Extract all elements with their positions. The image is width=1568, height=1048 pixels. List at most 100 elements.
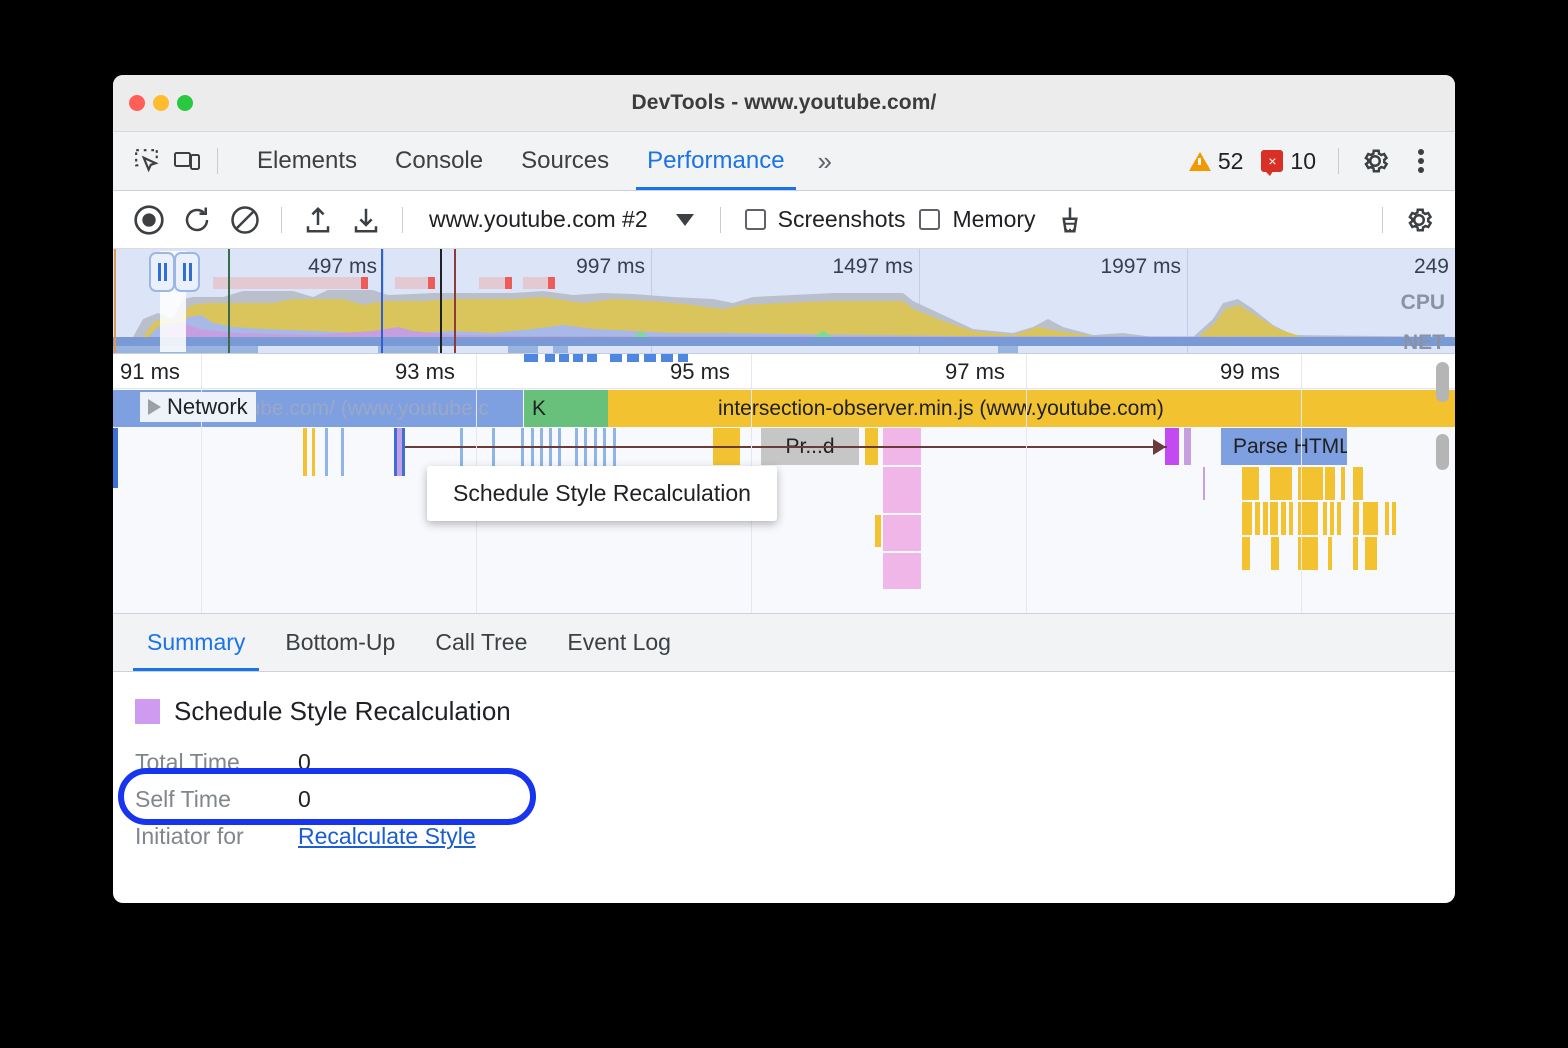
net-band-segment	[998, 346, 1018, 354]
tab-console[interactable]: Console	[376, 132, 502, 190]
tab-elements[interactable]: Elements	[238, 132, 376, 190]
device-toggle-icon[interactable]	[167, 141, 207, 181]
download-profile-icon[interactable]	[344, 200, 388, 240]
memory-label: Memory	[952, 206, 1035, 233]
record-icon[interactable]	[127, 200, 171, 240]
checkbox-box	[919, 209, 940, 230]
overview-tick-4: 249	[1414, 255, 1455, 279]
screenshots-label: Screenshots	[778, 206, 906, 233]
overview-handle-left[interactable]	[149, 252, 175, 292]
long-task-bars	[113, 277, 1455, 289]
memory-checkbox[interactable]: Memory	[919, 206, 1035, 233]
overview-tick-2: 1497 ms	[832, 255, 919, 279]
network-block-script[interactable]: intersection-observer.min.js (www.youtub…	[608, 390, 1455, 427]
error-counter[interactable]: × 10	[1255, 148, 1322, 175]
broom-icon[interactable]	[1048, 200, 1092, 240]
flame-ruler: 91 ms 93 ms 95 ms 97 ms 99 ms	[113, 354, 1455, 389]
clear-icon[interactable]	[223, 200, 267, 240]
kebab-menu-icon[interactable]	[1401, 141, 1441, 181]
event-tooltip: Schedule Style Recalculation	[427, 466, 777, 521]
overview-marker	[228, 249, 230, 353]
expand-triangle-icon	[148, 399, 161, 415]
initiator-link[interactable]: Recalculate Style	[298, 823, 476, 850]
tab-call-tree[interactable]: Call Tree	[415, 614, 547, 671]
flame-tick-3: 97 ms	[938, 359, 1005, 385]
overview-marker	[381, 249, 383, 353]
net-band-segment	[378, 346, 438, 354]
cpu-label: CPU	[1401, 291, 1445, 315]
details-tabbar: Summary Bottom-Up Call Tree Event Log	[113, 614, 1455, 672]
panel-tabs: Elements Console Sources Performance »	[238, 132, 842, 190]
tab-summary[interactable]: Summary	[127, 614, 265, 671]
close-window-button[interactable]	[129, 95, 145, 111]
upload-profile-icon[interactable]	[296, 200, 340, 240]
vertical-scrollbar-thumb[interactable]	[1436, 362, 1449, 402]
error-count: 10	[1290, 148, 1316, 175]
reload-record-icon[interactable]	[175, 200, 219, 240]
timeline-overview[interactable]: 497 ms 997 ms 1497 ms 1997 ms 249 CPU NE…	[113, 249, 1455, 354]
devtools-tabstrip: Elements Console Sources Performance » 5…	[113, 132, 1455, 191]
overview-marker	[440, 249, 442, 353]
gear-icon[interactable]	[1355, 141, 1395, 181]
initiator-arrow-head	[1153, 439, 1166, 455]
inspect-cursor-icon[interactable]	[127, 141, 167, 181]
summary-event-header: Schedule Style Recalculation	[135, 696, 1455, 727]
warning-count: 52	[1218, 148, 1244, 175]
checkbox-box	[745, 209, 766, 230]
window-controls[interactable]	[129, 95, 193, 111]
perf-divider-4	[1382, 207, 1383, 233]
window-title: DevTools - www.youtube.com/	[632, 91, 937, 115]
net-band	[113, 337, 1455, 346]
warning-icon	[1189, 152, 1211, 171]
initiator-label: Initiator for	[135, 823, 298, 850]
overview-handle-right[interactable]	[174, 252, 200, 292]
network-track-label: Network	[167, 394, 248, 420]
devtools-window: DevTools - www.youtube.com/ Elements Con…	[113, 75, 1455, 903]
tab-sources[interactable]: Sources	[502, 132, 628, 190]
cpu-area-chart	[113, 289, 1455, 337]
maximize-window-button[interactable]	[177, 95, 193, 111]
flame-tick-2: 95 ms	[663, 359, 730, 385]
overview-tick-0: 497 ms	[308, 255, 383, 279]
tabstrip-status-area: 52 × 10	[1183, 141, 1441, 181]
perf-divider-1	[281, 207, 282, 233]
net-band-segment	[553, 346, 568, 354]
tab-event-log[interactable]: Event Log	[547, 614, 691, 671]
network-track-header[interactable]: Network	[140, 392, 256, 422]
error-icon: ×	[1261, 150, 1283, 172]
trace-selector[interactable]: www.youtube.com #2	[417, 206, 706, 233]
overview-tick-3: 1997 ms	[1100, 255, 1187, 279]
perf-divider-2	[402, 207, 403, 233]
flame-tick-0: 91 ms	[113, 359, 180, 385]
warning-counter[interactable]: 52	[1183, 148, 1250, 175]
toolbar-divider	[217, 148, 218, 174]
window-titlebar: DevTools - www.youtube.com/	[113, 75, 1455, 132]
more-tabs-icon[interactable]: »	[804, 146, 842, 177]
performance-toolbar: www.youtube.com #2 Screenshots Memory	[113, 191, 1455, 249]
summary-panel: Schedule Style Recalculation Total Time …	[113, 672, 1455, 847]
net-label: NET	[1403, 331, 1445, 354]
gear-icon[interactable]	[1397, 200, 1441, 240]
perf-divider-3	[720, 207, 721, 233]
main-thread-track[interactable]: Pr...d Parse HTML	[113, 428, 1455, 614]
net-band-segment	[508, 346, 538, 354]
flame-chart[interactable]: 91 ms 93 ms 95 ms 97 ms 99 ms ww .youtub…	[113, 354, 1455, 614]
parse-html-block[interactable]: Parse HTML	[1221, 428, 1347, 465]
initiator-arrow-line	[405, 446, 1167, 448]
overview-marker	[114, 249, 116, 353]
trace-selector-value: www.youtube.com #2	[429, 206, 648, 233]
overview-marker	[454, 249, 456, 353]
flame-tick-4: 99 ms	[1213, 359, 1280, 385]
screenshots-checkbox[interactable]: Screenshots	[745, 206, 906, 233]
annotation-highlight-box	[118, 768, 536, 825]
chevron-down-icon	[676, 214, 694, 226]
summary-row-initiator: Initiator for Recalculate Style	[135, 823, 1455, 850]
flame-tick-1: 93 ms	[388, 359, 455, 385]
minimize-window-button[interactable]	[153, 95, 169, 111]
tab-bottom-up[interactable]: Bottom-Up	[265, 614, 415, 671]
status-divider	[1338, 148, 1339, 174]
event-color-swatch	[135, 699, 160, 724]
summary-event-name: Schedule Style Recalculation	[174, 696, 511, 727]
tab-performance[interactable]: Performance	[628, 132, 803, 190]
vertical-scrollbar-thumb-2[interactable]	[1436, 434, 1449, 470]
